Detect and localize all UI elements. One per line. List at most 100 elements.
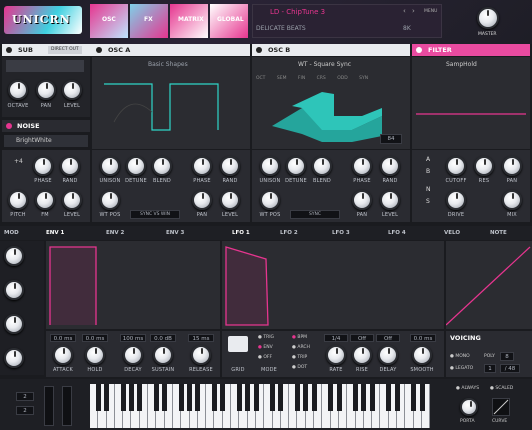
black-key[interactable] bbox=[120, 384, 126, 411]
porta-always[interactable]: ● ALWAYS bbox=[456, 386, 479, 391]
osc-a-pan-knob[interactable] bbox=[192, 190, 212, 210]
tab-lfo-4[interactable]: LFO 4 bbox=[388, 228, 406, 238]
noise-fm-knob[interactable] bbox=[35, 190, 55, 210]
env-attack-knob[interactable] bbox=[53, 345, 73, 365]
env-decay-knob[interactable] bbox=[123, 345, 143, 365]
noise-type-selector[interactable]: BrightWhite bbox=[4, 135, 88, 147]
pitchbend-down-range[interactable]: 2 bbox=[16, 406, 34, 415]
sub-octave-knob[interactable] bbox=[8, 80, 28, 100]
mod-wheel[interactable] bbox=[62, 386, 72, 426]
porta-scaled[interactable]: ● SCALED bbox=[490, 386, 513, 391]
grid-button[interactable] bbox=[228, 336, 248, 352]
osc-a-detune-knob[interactable] bbox=[126, 156, 146, 176]
voicing-mono[interactable]: ● MONO bbox=[450, 354, 470, 359]
filter-type[interactable]: SampHold bbox=[446, 61, 477, 68]
lfo-mode-off[interactable]: ● OFF bbox=[258, 355, 272, 360]
osc-b-frame[interactable]: 84 bbox=[380, 134, 402, 144]
black-key[interactable] bbox=[328, 384, 334, 411]
black-key[interactable] bbox=[212, 384, 217, 411]
black-key[interactable] bbox=[295, 384, 300, 411]
env-release-value[interactable]: 15 ms bbox=[188, 334, 214, 342]
osc-b-sync-button[interactable]: SYNC bbox=[290, 210, 340, 219]
lfo-delay-value[interactable]: Off bbox=[376, 334, 400, 342]
pitchbend-up-range[interactable]: 2 bbox=[16, 392, 34, 401]
filter-res-knob[interactable] bbox=[474, 156, 494, 176]
lfo-rate-knob[interactable] bbox=[326, 345, 346, 365]
sub-mode[interactable]: DIRECT OUT bbox=[48, 46, 82, 54]
noise-phase-knob[interactable] bbox=[33, 156, 53, 176]
osc-a-rand-knob[interactable] bbox=[220, 156, 240, 176]
filter-route-n[interactable]: N bbox=[426, 186, 431, 193]
env-sustain-knob[interactable] bbox=[153, 345, 173, 365]
black-key[interactable] bbox=[129, 384, 134, 411]
tab-global[interactable]: GLOBAL bbox=[210, 4, 248, 38]
mod-source-3-knob[interactable] bbox=[4, 314, 24, 334]
lfo-delay-knob[interactable] bbox=[378, 345, 398, 365]
noise-level-knob[interactable] bbox=[62, 190, 82, 210]
noise-rand-knob[interactable] bbox=[60, 156, 80, 176]
mod-source-4-knob[interactable] bbox=[4, 348, 24, 368]
black-key[interactable] bbox=[336, 384, 342, 411]
filter-route-a[interactable]: A bbox=[426, 156, 430, 163]
lfo-arch[interactable]: ● ARCH bbox=[292, 345, 310, 350]
pitch-wheel[interactable] bbox=[44, 386, 54, 426]
voicing-poly-value[interactable]: 8 bbox=[500, 352, 514, 361]
black-key[interactable] bbox=[311, 384, 317, 411]
sub-power-icon[interactable] bbox=[6, 47, 12, 53]
black-key[interactable] bbox=[104, 384, 110, 411]
osc-b-blend-knob[interactable] bbox=[312, 156, 332, 176]
voicing-legato[interactable]: ● LEGATO bbox=[450, 366, 473, 371]
osc-a-unison-knob[interactable] bbox=[100, 156, 120, 176]
black-key[interactable] bbox=[394, 384, 400, 411]
filter-route-s[interactable]: S bbox=[426, 198, 430, 205]
tab-env-2[interactable]: ENV 2 bbox=[106, 228, 124, 238]
next-preset-icon[interactable]: › bbox=[412, 7, 415, 15]
black-key[interactable] bbox=[162, 384, 168, 411]
voicing-poly-min[interactable]: 1 bbox=[484, 364, 496, 373]
lfo-smooth-knob[interactable] bbox=[412, 345, 432, 365]
black-key[interactable] bbox=[353, 384, 359, 411]
tab-osc[interactable]: OSC bbox=[90, 4, 128, 38]
sub-pan-knob[interactable] bbox=[36, 80, 56, 100]
filter-cutoff-knob[interactable] bbox=[446, 156, 466, 176]
filter-mix-knob[interactable] bbox=[502, 190, 522, 210]
lfo-rise-value[interactable]: Off bbox=[350, 334, 374, 342]
osc-b-detune-knob[interactable] bbox=[286, 156, 306, 176]
lfo-mode-env[interactable]: ● ENV bbox=[258, 345, 273, 350]
env-decay-value[interactable]: 100 ms bbox=[120, 334, 146, 342]
black-key[interactable] bbox=[153, 384, 159, 411]
osc-b-wtpos-knob[interactable] bbox=[260, 190, 280, 210]
filter-power-icon[interactable] bbox=[416, 47, 422, 53]
env-release-knob[interactable] bbox=[191, 345, 211, 365]
lfo-rate-value[interactable]: 1/4 bbox=[324, 334, 348, 342]
noise-pitch-knob[interactable] bbox=[8, 190, 28, 210]
filter-drive-knob[interactable] bbox=[446, 190, 466, 210]
tab-env-3[interactable]: ENV 3 bbox=[166, 228, 184, 238]
black-key[interactable] bbox=[178, 384, 184, 411]
black-key[interactable] bbox=[253, 384, 259, 411]
osc-a-power-icon[interactable] bbox=[96, 47, 102, 53]
osc-a-octave[interactable]: +4 bbox=[14, 158, 23, 165]
voicing-poly-max[interactable]: / 48 bbox=[500, 364, 520, 373]
tab-matrix[interactable]: MATRIX bbox=[170, 4, 208, 38]
tab-env-1[interactable]: ENV 1 bbox=[46, 228, 64, 238]
menu-button[interactable]: MENU bbox=[424, 9, 437, 14]
lfo-mode-trig[interactable]: ● TRIG bbox=[258, 335, 274, 340]
lfo-dot[interactable]: ● DOT bbox=[292, 365, 307, 370]
sub-level-knob[interactable] bbox=[62, 80, 82, 100]
black-key[interactable] bbox=[278, 384, 284, 411]
osc-b-level-knob[interactable] bbox=[380, 190, 400, 210]
lfo-trip[interactable]: ● TRIP bbox=[292, 355, 307, 360]
black-key[interactable] bbox=[411, 384, 417, 411]
filter-pan-knob[interactable] bbox=[502, 156, 522, 176]
prev-preset-icon[interactable]: ‹ bbox=[403, 7, 406, 15]
env-attack-value[interactable]: 0.0 ms bbox=[50, 334, 76, 342]
black-key[interactable] bbox=[386, 384, 392, 411]
osc-a-blend-knob[interactable] bbox=[152, 156, 172, 176]
black-key[interactable] bbox=[369, 384, 375, 411]
osc-a-level-knob[interactable] bbox=[220, 190, 240, 210]
tab-fx[interactable]: FX bbox=[130, 4, 168, 38]
black-key[interactable] bbox=[270, 384, 276, 411]
osc-b-rand-knob[interactable] bbox=[380, 156, 400, 176]
env-sustain-value[interactable]: 0.0 dB bbox=[150, 334, 176, 342]
